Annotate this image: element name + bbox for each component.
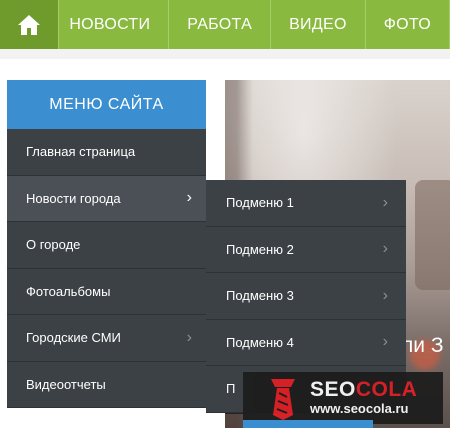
submenu-item-2[interactable]: Подменю 2 › (206, 226, 406, 273)
watermark-brand: SEOCOLA (310, 378, 418, 401)
nav-item-news[interactable]: НОВОСТИ (59, 0, 170, 49)
nav-item-jobs[interactable]: РАБОТА (169, 0, 272, 49)
submenu-item-label: Подменю 1 (226, 195, 294, 211)
submenu-item-label: Подменю 4 (226, 334, 294, 350)
menu-item-label: Фотоальбомы (26, 283, 111, 299)
chevron-right-icon: › (382, 240, 388, 258)
menu-item-city-news[interactable]: Новости города › (7, 175, 206, 222)
submenu-item-label: П (226, 381, 236, 397)
site-menu-title: МЕНЮ САЙТА (7, 80, 206, 129)
hero-tag-badge (243, 420, 373, 428)
menu-item-photo-albums[interactable]: Фотоальбомы (7, 268, 206, 315)
menu-item-label: Видеоотчеты (26, 376, 106, 392)
submenu-item-label: Подменю 2 (226, 241, 294, 257)
nav-underline-strip (0, 49, 450, 59)
nav-item-video[interactable]: ВИДЕО (271, 0, 366, 49)
chevron-right-icon: › (382, 286, 388, 304)
menu-item-video-reports[interactable]: Видеоотчеты (7, 361, 206, 408)
chevron-right-icon: › (382, 333, 388, 351)
chevron-right-icon: › (382, 193, 388, 211)
top-navigation: НОВОСТИ РАБОТА ВИДЕО ФОТО (0, 0, 450, 49)
submenu-item-4[interactable]: Подменю 4 › (206, 319, 406, 366)
menu-item-city-media[interactable]: Городские СМИ › (7, 315, 206, 362)
menu-item-label: О городе (26, 237, 81, 253)
seocola-watermark: SEOCOLA www.seocola.ru (243, 372, 443, 424)
menu-item-label: Новости города (26, 190, 121, 206)
site-menu: МЕНЮ САЙТА Главная страница Новости горо… (7, 80, 206, 408)
submenu-item-label: Подменю 3 (226, 288, 294, 304)
watermark-url: www.seocola.ru (310, 401, 409, 416)
home-button[interactable] (0, 0, 60, 49)
seocola-logo-icon (271, 379, 295, 420)
nav-item-photo[interactable]: ФОТО (366, 0, 450, 49)
menu-item-home-page[interactable]: Главная страница (7, 129, 206, 176)
home-icon (18, 14, 41, 35)
menu-item-about-city[interactable]: О городе (7, 222, 206, 269)
submenu-item-1[interactable]: Подменю 1 › (206, 180, 406, 227)
menu-item-label: Главная страница (26, 144, 136, 160)
chevron-right-icon: › (186, 328, 192, 346)
menu-item-label: Городские СМИ (26, 330, 121, 346)
chevron-right-icon: › (186, 189, 192, 207)
submenu-item-3[interactable]: Подменю 3 › (206, 273, 406, 320)
hero-caption: ли З (401, 334, 444, 357)
